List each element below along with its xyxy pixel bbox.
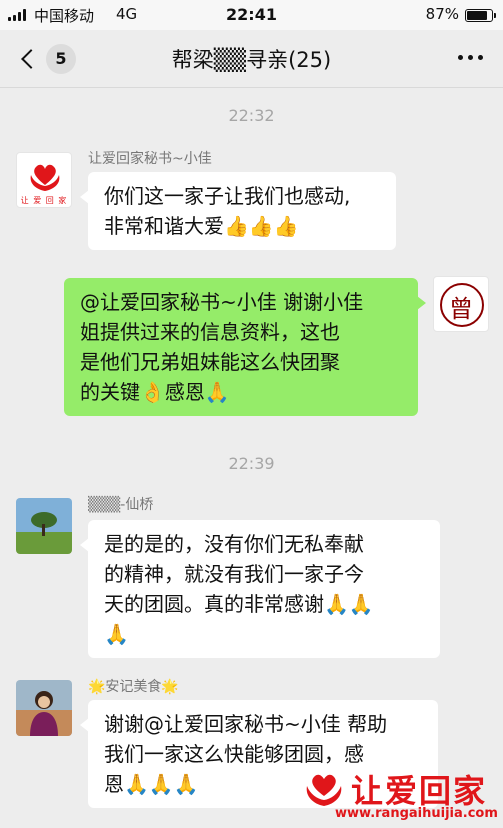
battery-percent: 87% — [425, 5, 459, 23]
message-line: 是他们兄弟姐妹能这么快团聚 — [80, 350, 340, 374]
message-line: 的精神，就没有我们一家子今 — [104, 562, 364, 586]
avatar-label: 让 爱 回 家 — [20, 196, 68, 205]
sender-name: ▒▒▒-仙桥 — [88, 497, 154, 513]
tree-landscape-photo-icon — [16, 498, 72, 554]
message-timestamp: 22:39 — [228, 454, 275, 473]
status-bar: 中国移动 4G 22:41 87% — [0, 0, 503, 30]
dot-icon — [458, 55, 463, 60]
watermark: 让爱回家 www.rangaihuijia.com — [295, 764, 498, 824]
sender-name: 让爱回家秘书~小佳 — [88, 151, 212, 167]
avatar[interactable]: 曾 — [433, 276, 489, 332]
message-line: 是的是的，没有你们无私奉献 — [104, 532, 364, 556]
chat-header: 5 帮梁▒▒寻亲(25) — [0, 30, 503, 88]
message-line: 姐提供过来的信息资料，这也 — [80, 320, 340, 344]
message-bubble[interactable]: 是的是的，没有你们无私奉献 的精神，就没有我们一家子今 天的团圆。真的非常感谢🙏… — [80, 520, 440, 658]
message-bubble[interactable]: 你们这一家子让我们也感动, 非常和谐大爱👍👍👍 — [80, 172, 396, 250]
message-line: 谢谢@让爱回家秘书~小佳 帮助 — [104, 712, 388, 736]
message-line: 天的团圆。真的非常感谢🙏🙏 — [104, 592, 374, 616]
battery-fill — [467, 11, 487, 20]
battery-icon — [465, 9, 496, 22]
more-options-button[interactable] — [458, 55, 483, 60]
message-bubble[interactable]: @让爱回家秘书~小佳 谢谢小佳 姐提供过来的信息资料，这也 是他们兄弟姐妹能这么… — [64, 278, 426, 416]
message-timestamp: 22:32 — [228, 106, 275, 125]
message-line: 非常和谐大爱👍👍👍 — [104, 214, 299, 238]
dot-icon — [478, 55, 483, 60]
person-photo-icon — [16, 680, 72, 736]
avatar[interactable] — [16, 680, 72, 736]
message-line: 🙏 — [104, 622, 129, 646]
chat-title: 帮梁▒▒寻亲(25) — [171, 48, 332, 72]
sender-name: 🌟安记美食🌟 — [88, 679, 179, 695]
avatar[interactable] — [16, 498, 72, 554]
message-line: 的关键👌感恩🙏 — [80, 380, 230, 404]
dot-icon — [468, 55, 473, 60]
avatar-label: 曾 — [449, 295, 473, 323]
message-line: @让爱回家秘书~小佳 谢谢小佳 — [80, 290, 364, 314]
message-line: 你们这一家子让我们也感动, — [104, 184, 351, 208]
avatar[interactable]: 让 爱 回 家 — [16, 152, 72, 208]
watermark-url: www.rangaihuijia.com — [335, 806, 498, 821]
